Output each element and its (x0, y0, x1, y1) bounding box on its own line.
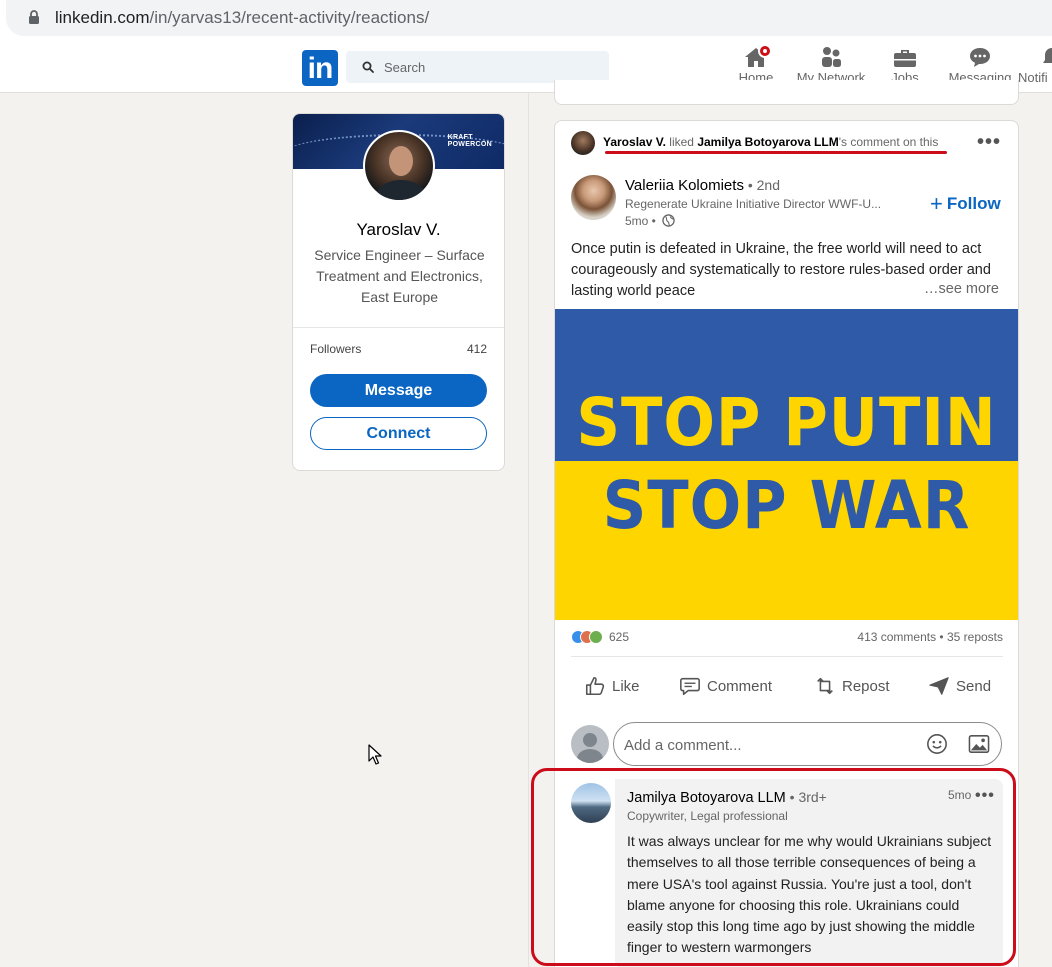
commenter-degree: • 3rd+ (785, 789, 827, 805)
author-degree: • 2nd (743, 177, 780, 193)
repost-button[interactable]: Repost (814, 669, 890, 703)
comment-icon (680, 677, 700, 696)
comment-button[interactable]: Comment (679, 669, 772, 703)
briefcase-icon (894, 50, 916, 67)
profile-headline: Service Engineer – Surface Treatment and… (314, 247, 485, 305)
reactions-count[interactable]: 625 (609, 630, 629, 644)
previous-feed-card (554, 80, 1019, 105)
follow-button[interactable]: + Follow (930, 191, 1001, 217)
mouse-cursor-icon (368, 744, 382, 765)
actor-name[interactable]: Yaroslav V. (603, 135, 666, 149)
notification-badge (758, 44, 772, 58)
avatar-shirt (377, 180, 425, 200)
bell-icon (1043, 48, 1052, 63)
red-underline-annotation (605, 151, 947, 154)
commenter-name[interactable]: Jamilya Botoyarova LLM (627, 790, 786, 806)
add-comment-row (571, 722, 1003, 766)
like-label: Like (612, 677, 640, 695)
profile-card: KRAFT POWERCON Yaroslav V. Service Engin… (292, 113, 505, 471)
feed-card: Yaroslav V. liked Jamilya Botoyarova LLM… (554, 120, 1019, 967)
send-icon (929, 677, 949, 695)
commenter-headline: Copywriter, Legal professional (627, 809, 788, 823)
comments-reposts-count[interactable]: 413 comments • 35 reposts (857, 630, 1003, 644)
banner-brand-line2: POWERCON (447, 141, 492, 148)
send-label: Send (956, 677, 992, 695)
see-more-link[interactable]: …see more (922, 281, 999, 297)
like-button[interactable]: Like (584, 669, 640, 703)
commenter-avatar[interactable] (571, 783, 611, 823)
banner-brand-line1: KRAFT (447, 134, 473, 141)
image-icon[interactable] (968, 734, 990, 754)
plus-icon: + (930, 191, 943, 216)
globe-icon (662, 214, 675, 227)
like-icon (585, 676, 605, 696)
comment-item: Jamilya Botoyarova LLM • 3rd+ Copywriter… (571, 779, 1003, 967)
browser-url-bar: linkedin.com/in/yarvas13/recent-activity… (0, 0, 1052, 38)
url-path: /in/yarvas13/recent-activity/reactions/ (149, 8, 430, 27)
more-options-icon[interactable]: ••• (977, 132, 1001, 152)
author-avatar[interactable] (571, 175, 616, 220)
search-input[interactable] (384, 57, 584, 77)
author-name-line[interactable]: Valeriia Kolomiets • 2nd (625, 177, 780, 194)
lock-icon (29, 10, 39, 24)
linkedin-logo[interactable]: in (302, 50, 338, 86)
messaging-icon (970, 48, 990, 67)
actor-avatar[interactable] (571, 131, 595, 155)
author-name[interactable]: Valeriia Kolomiets (625, 177, 744, 194)
post-time: 5mo • (625, 214, 675, 228)
profile-avatar[interactable] (363, 130, 435, 202)
comment-time: 5mo (948, 788, 972, 802)
follow-label: Follow (946, 194, 1001, 213)
comment-box[interactable] (613, 722, 1002, 766)
nav-notifications-label: Notifi (1018, 70, 1048, 85)
followers-label: Followers (310, 342, 362, 356)
divider (571, 656, 1003, 657)
search-bar[interactable] (346, 51, 609, 83)
comment-text: It was always unclear for me why would U… (627, 833, 992, 956)
column-divider (528, 93, 529, 967)
activity-suffix[interactable]: 's comment on this (839, 135, 939, 149)
post-image[interactable]: STOP PUTIN STOP WAR (555, 309, 1018, 620)
activity-verb: liked (665, 135, 698, 149)
address-field[interactable]: linkedin.com/in/yarvas13/recent-activity… (6, 0, 1052, 36)
nav-notifications[interactable]: Notifi (1018, 44, 1052, 90)
image-text-line2: STOP WAR (602, 467, 971, 544)
post-actions: Like Comment Repost Send (571, 669, 1003, 703)
current-user-avatar (571, 725, 609, 763)
image-text-line1: STOP PUTIN (576, 384, 997, 461)
repost-label: Repost (842, 677, 890, 695)
divider (293, 327, 504, 328)
emoji-icon[interactable] (926, 733, 948, 755)
comment-input[interactable] (624, 734, 904, 756)
activity-context-text: Yaroslav V. liked Jamilya Botoyarova LLM… (603, 135, 938, 149)
support-reaction-icon (589, 630, 603, 644)
message-button[interactable]: Message (310, 374, 487, 407)
social-counts: 625 413 comments • 35 reposts (571, 629, 1003, 647)
commenter-name-line[interactable]: Jamilya Botoyarova LLM • 3rd+ (627, 789, 827, 806)
profile-name[interactable]: Yaroslav V. (293, 220, 504, 240)
send-button[interactable]: Send (928, 669, 991, 703)
post-time-text: 5mo • (625, 214, 656, 228)
comment-label: Comment (707, 677, 773, 695)
avatar-face (389, 146, 413, 176)
comment-bubble: Jamilya Botoyarova LLM • 3rd+ Copywriter… (615, 779, 1003, 967)
network-icon (822, 47, 841, 67)
followers-count: 412 (466, 342, 487, 356)
search-icon (362, 61, 374, 73)
connect-button[interactable]: Connect (310, 417, 487, 450)
banner-brand-logo: KRAFT POWERCON (448, 134, 492, 148)
author-headline: Regenerate Ukraine Initiative Director W… (625, 197, 882, 211)
comment-more-icon[interactable]: ••• (975, 788, 995, 804)
url-host: linkedin.com (55, 8, 150, 27)
url-text[interactable]: linkedin.com/in/yarvas13/recent-activity… (55, 8, 429, 28)
repost-icon (817, 677, 833, 695)
activity-target[interactable]: Jamilya Botoyarova LLM (697, 135, 838, 149)
